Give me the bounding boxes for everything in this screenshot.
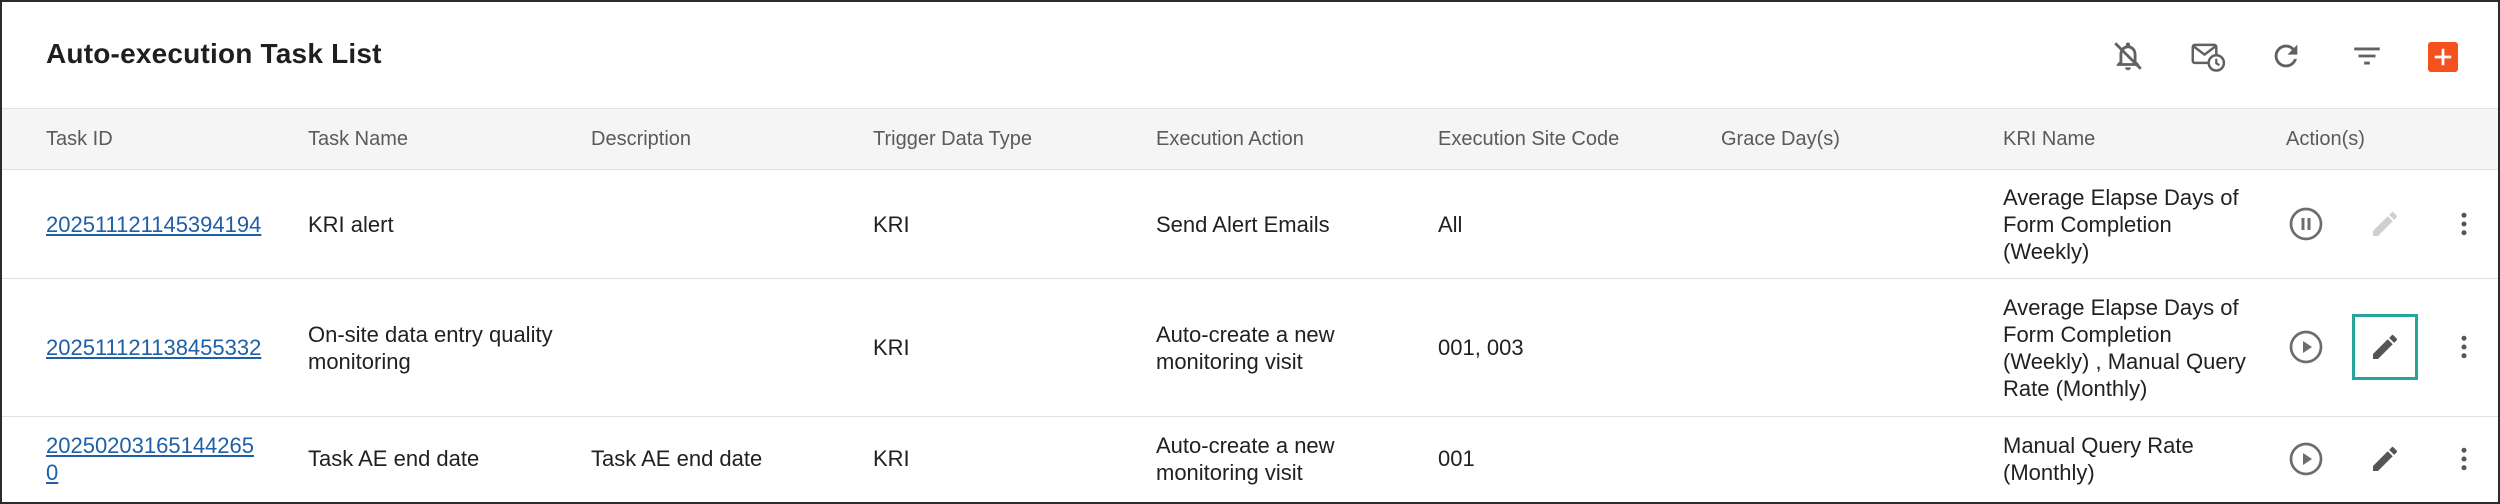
column-header-description[interactable]: Description: [591, 109, 691, 169]
notifications-off-button[interactable]: [2108, 36, 2148, 76]
table-row: 202511121138455332 On-site data entry qu…: [2, 279, 2498, 417]
execution-site-code: 001, 003: [1438, 335, 1524, 360]
panel-header: Auto-execution Task List: [2, 2, 2498, 108]
pencil-icon: [2373, 334, 2398, 359]
edit-task-button[interactable]: [2363, 437, 2407, 481]
pencil-icon: [2373, 211, 2398, 236]
column-header-task-name[interactable]: Task Name: [308, 109, 408, 169]
page-title: Auto-execution Task List: [46, 38, 382, 69]
notifications-off-icon: [2114, 42, 2142, 71]
table-header-row: Task ID Task Name Description Trigger Da…: [2, 108, 2498, 170]
task-description: Task AE end date: [591, 446, 763, 471]
start-task-button[interactable]: [2284, 325, 2328, 369]
more-vert-icon: [2461, 447, 2467, 471]
execution-site-code: 001: [1438, 446, 1475, 471]
column-header-kri-name[interactable]: KRI Name: [2003, 109, 2095, 169]
task-id-link[interactable]: 202511121138455332: [46, 334, 264, 361]
schedule-email-icon: [2191, 43, 2226, 72]
task-table: Task ID Task Name Description Trigger Da…: [2, 108, 2498, 500]
table-row: 202502031651442650 Task AE end date Task…: [2, 417, 2498, 500]
more-actions-button[interactable]: [2442, 437, 2486, 481]
kri-name: Average Elapse Days of Form Completion (…: [2003, 294, 2246, 401]
column-header-execution-action[interactable]: Execution Action: [1156, 109, 1304, 169]
filter-icon: [2354, 47, 2380, 65]
more-actions-button[interactable]: [2442, 325, 2486, 369]
trigger-data-type: KRI: [873, 211, 910, 237]
task-name: KRI alert: [308, 211, 394, 237]
task-name: On-site data entry quality monitoring: [308, 321, 553, 374]
execution-action: Auto-create a new monitoring visit: [1156, 432, 1335, 485]
pause-circle-icon: [2289, 207, 2323, 241]
refresh-icon: [2274, 44, 2298, 68]
pencil-icon: [2373, 446, 2398, 471]
refresh-button[interactable]: [2266, 36, 2306, 76]
more-actions-button[interactable]: [2442, 202, 2486, 246]
task-name: Task AE end date: [308, 446, 480, 471]
play-circle-icon: [2289, 330, 2323, 364]
column-header-grace-days[interactable]: Grace Day(s): [1721, 109, 1840, 169]
more-vert-icon: [2461, 335, 2467, 359]
task-id-link[interactable]: 202502031651442650: [46, 432, 264, 486]
pause-task-button[interactable]: [2284, 202, 2328, 246]
execution-action: Send Alert Emails: [1156, 211, 1330, 237]
edit-task-button[interactable]: [2363, 325, 2407, 369]
play-circle-icon: [2289, 442, 2323, 476]
edit-task-button-disabled: [2363, 202, 2407, 246]
kri-name: Manual Query Rate (Monthly): [2003, 432, 2194, 485]
column-header-trigger-data-type[interactable]: Trigger Data Type: [873, 109, 1032, 169]
trigger-data-type: KRI: [873, 446, 910, 471]
execution-action: Auto-create a new monitoring visit: [1156, 321, 1335, 374]
execution-site-code: All: [1438, 211, 1463, 237]
column-header-actions: Action(s): [2286, 128, 2365, 150]
filter-button[interactable]: [2347, 36, 2387, 76]
more-vert-icon: [2461, 212, 2467, 236]
scheduled-email-button[interactable]: [2188, 36, 2228, 76]
column-header-execution-site-code[interactable]: Execution Site Code: [1438, 109, 1619, 169]
task-list-panel: Auto-execution Task List Task ID Task Na…: [0, 0, 2500, 504]
trigger-data-type: KRI: [873, 335, 910, 360]
kri-name: Average Elapse Days of Form Completion (…: [2003, 184, 2239, 264]
column-header-task-id[interactable]: Task ID: [46, 109, 113, 169]
add-icon: [2434, 48, 2452, 66]
table-row: 202511121145394194 KRI alert KRI Send Al…: [2, 170, 2498, 279]
task-id-link[interactable]: 202511121145394194: [46, 211, 264, 238]
start-task-button[interactable]: [2284, 437, 2328, 481]
add-task-button[interactable]: [2428, 42, 2458, 72]
